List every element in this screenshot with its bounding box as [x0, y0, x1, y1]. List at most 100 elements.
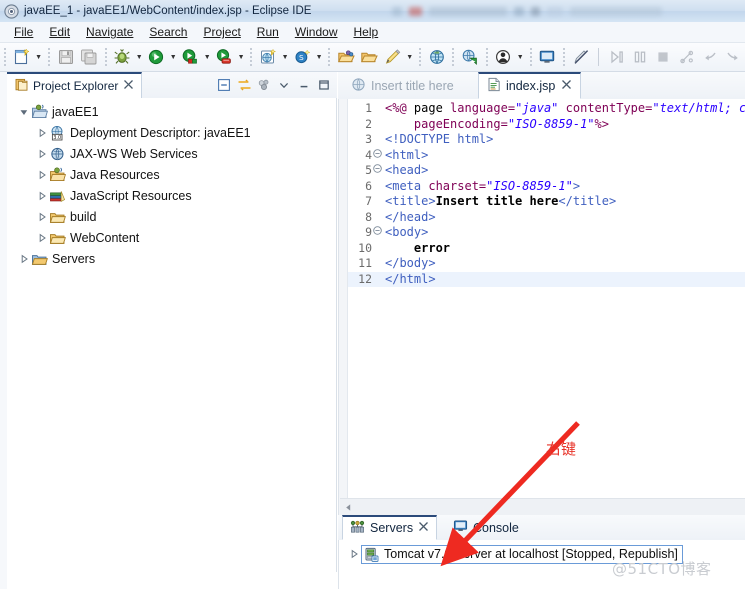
line-text: <title>Insert title here</title> — [385, 194, 617, 208]
view-menu-icon[interactable] — [275, 76, 293, 94]
tree-item-javaee1[interactable]: javaEE1 — [7, 101, 336, 122]
twisty-collapsed-icon[interactable] — [17, 252, 31, 266]
deployment-descriptor-icon: 3.0 — [49, 125, 66, 141]
menu-item-navigate[interactable]: Navigate — [78, 23, 141, 41]
line-text: <%@ page language="java" contentType="te… — [385, 101, 745, 115]
source-code[interactable]: 1 <%@ page language="java" contentType="… — [348, 101, 745, 515]
menu-item-search[interactable]: Search — [141, 23, 195, 41]
tree-item-javascript-resources[interactable]: JavaScript Resources — [7, 185, 336, 206]
folder-icon — [49, 209, 66, 225]
twisty-collapsed-icon[interactable] — [35, 168, 49, 182]
new-web-project-icon[interactable] — [257, 46, 278, 68]
new-wizard-icon[interactable] — [11, 46, 32, 68]
servers-list[interactable]: Tomcat v7.0 Server at localhost [Stopped… — [338, 540, 745, 589]
tree-item-deployment-descriptor[interactable]: 3.0 Deployment Descriptor: javaEE1 — [7, 122, 336, 143]
twisty-collapsed-icon[interactable] — [35, 126, 49, 140]
run-server-dropdown-arrow[interactable]: ▼ — [202, 46, 213, 68]
save-all-icon[interactable] — [78, 46, 99, 68]
tree-item-jaxws-web-services[interactable]: JAX-WS Web Services — [7, 143, 336, 164]
view-filter-icon[interactable] — [255, 76, 273, 94]
open-resource-icon[interactable] — [359, 46, 380, 68]
save-icon[interactable] — [55, 46, 76, 68]
twisty-collapsed-icon[interactable] — [35, 189, 49, 203]
svg-text:S: S — [299, 53, 304, 62]
editor-horizontal-scrollbar[interactable] — [340, 498, 745, 515]
title-bar: javaEE_1 - javaEE1/WebContent/index.jsp … — [0, 0, 745, 23]
maximize-icon[interactable] — [315, 76, 333, 94]
pen-tool-dropdown-arrow[interactable]: ▼ — [404, 46, 415, 68]
console-tab-label: Console — [473, 520, 519, 535]
menu-item-project[interactable]: Project — [195, 23, 248, 41]
pause-icon[interactable] — [630, 46, 651, 68]
menu-item-window[interactable]: Window — [287, 23, 346, 41]
close-icon[interactable] — [561, 79, 572, 93]
debug-icon[interactable] — [112, 46, 133, 68]
tree-label: Java Resources — [70, 167, 160, 182]
project-explorer-tree[interactable]: javaEE1 3.0 Deployment Descriptor: javaE… — [7, 98, 337, 589]
close-icon[interactable] — [123, 79, 134, 93]
user-account-dropdown-arrow[interactable]: ▼ — [515, 46, 526, 68]
user-account-icon[interactable] — [493, 46, 514, 68]
new-sql-dropdown-arrow[interactable]: ▼ — [314, 46, 325, 68]
menu-item-help[interactable]: Help — [346, 23, 387, 41]
run-server-icon[interactable] — [180, 46, 201, 68]
back-icon[interactable] — [699, 46, 720, 68]
editor-annotation-ruler[interactable] — [339, 99, 348, 515]
run-dropdown-arrow[interactable]: ▼ — [168, 46, 179, 68]
scroll-left-icon[interactable] — [340, 500, 356, 514]
close-icon[interactable] — [418, 521, 429, 535]
web-browser-icon[interactable] — [426, 46, 447, 68]
run-icon[interactable] — [146, 46, 167, 68]
line-text: <head> — [385, 163, 429, 177]
tree-item-servers[interactable]: Servers — [7, 248, 336, 269]
tree-item-webcontent[interactable]: WebContent — [7, 227, 336, 248]
fold-collapse-marker[interactable] — [372, 163, 383, 179]
menu-item-file[interactable]: File — [6, 23, 41, 41]
twisty-collapsed-icon[interactable] — [347, 547, 361, 561]
minimize-icon[interactable] — [295, 76, 313, 94]
editor-area: Insert title here index.jsp 1 <%@ page l… — [338, 72, 745, 515]
menu-item-edit[interactable]: Edit — [41, 23, 78, 41]
background-window-ghost — [390, 0, 745, 22]
server-item-selected[interactable]: Tomcat v7.0 Server at localhost [Stopped… — [361, 544, 683, 564]
debug-dropdown-arrow[interactable]: ▼ — [134, 46, 145, 68]
next-annotation-icon[interactable] — [676, 46, 697, 68]
tab-index-jsp[interactable]: index.jsp — [478, 72, 582, 99]
tab-insert-title-here[interactable]: Insert title here — [343, 72, 462, 99]
tab-project-explorer[interactable]: Project Explorer — [7, 72, 143, 98]
new-wizard-dropdown-arrow[interactable]: ▼ — [33, 46, 44, 68]
toggle-mark-occurrences-icon[interactable] — [570, 46, 591, 68]
console-icon[interactable] — [537, 46, 558, 68]
server-row[interactable]: Tomcat v7.0 Server at localhost [Stopped… — [339, 544, 745, 564]
forward-icon[interactable] — [723, 46, 744, 68]
stop-server-icon[interactable] — [214, 46, 235, 68]
open-type-icon[interactable] — [335, 46, 356, 68]
twisty-expanded-icon[interactable] — [17, 105, 31, 119]
fold-collapse-marker[interactable] — [372, 148, 383, 164]
tree-item-java-resources[interactable]: Java Resources — [7, 164, 336, 185]
menu-file-label: File — [14, 25, 34, 39]
tab-console[interactable]: Console — [446, 515, 531, 540]
tab-servers[interactable]: Servers — [342, 515, 438, 540]
code-line-current: 12 </html> — [348, 271, 745, 287]
fold-collapse-marker[interactable] — [372, 225, 383, 241]
code-line: 4 <html> — [348, 148, 745, 164]
link-with-editor-icon[interactable] — [235, 76, 253, 94]
tree-item-build[interactable]: build — [7, 206, 336, 227]
new-web-project-dropdown-arrow[interactable]: ▼ — [280, 46, 291, 68]
step-into-icon[interactable] — [606, 46, 627, 68]
stop-server-dropdown-arrow[interactable]: ▼ — [236, 46, 247, 68]
terminate-icon[interactable] — [653, 46, 674, 68]
twisty-collapsed-icon[interactable] — [35, 210, 49, 224]
toolbar-separator — [452, 48, 455, 66]
twisty-collapsed-icon[interactable] — [35, 147, 49, 161]
twisty-collapsed-icon[interactable] — [35, 231, 49, 245]
external-tools-icon[interactable] — [459, 46, 480, 68]
line-number: 1 — [365, 101, 372, 115]
new-sql-icon[interactable]: S — [291, 46, 312, 68]
pen-tool-icon[interactable] — [382, 46, 403, 68]
collapse-all-icon[interactable] — [215, 76, 233, 94]
menu-run-label: Run — [256, 25, 279, 39]
editor-text-area[interactable]: 1 <%@ page language="java" contentType="… — [338, 99, 745, 515]
menu-item-run[interactable]: Run — [249, 23, 287, 41]
